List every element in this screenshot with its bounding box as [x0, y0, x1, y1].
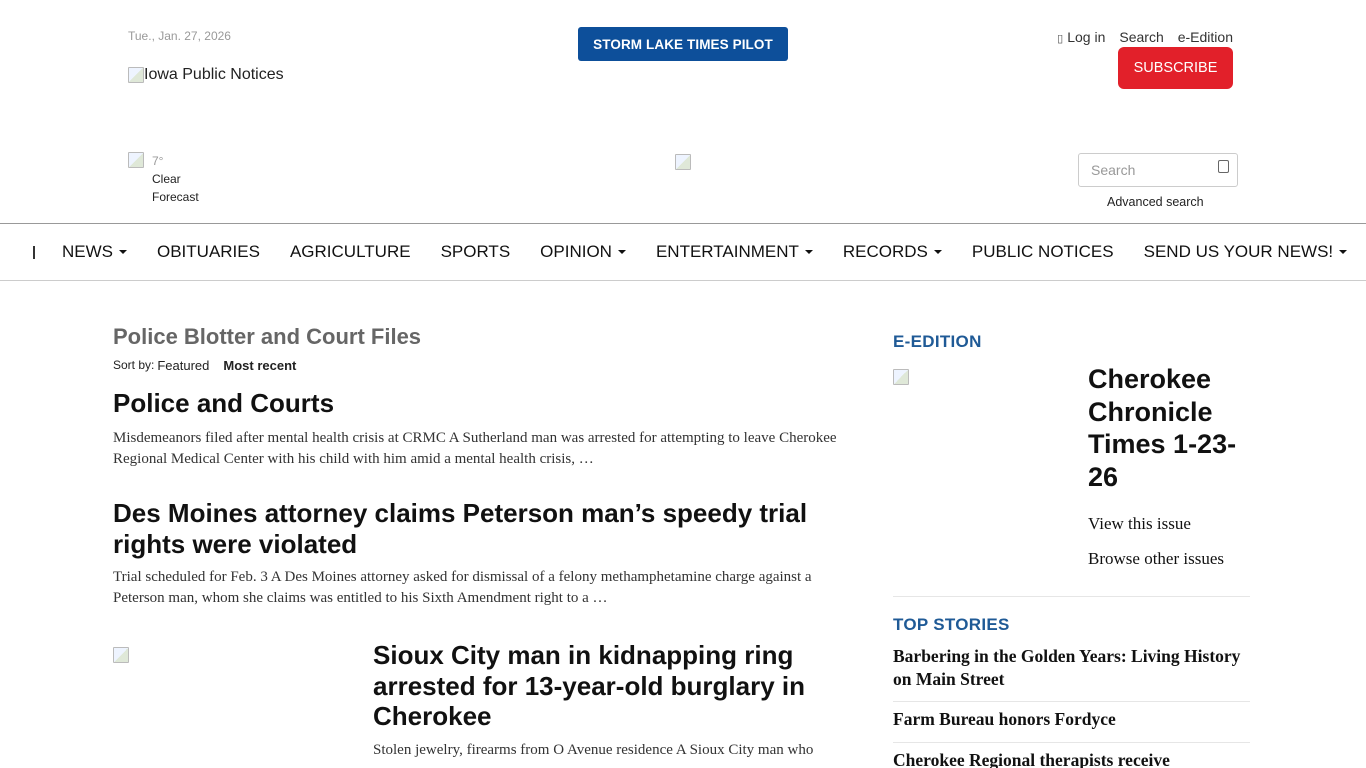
nav-item-obituaries[interactable]: OBITUARIES [157, 242, 260, 262]
top-links: ▯ Log in Search e-Edition [1057, 29, 1233, 45]
divider [893, 701, 1250, 702]
login-link[interactable]: ▯ Log in [1057, 29, 1105, 45]
broken-image-icon [113, 647, 129, 663]
nav-item-public-notices[interactable]: PUBLIC NOTICES [972, 242, 1114, 262]
subscribe-button[interactable]: SUBSCRIBE [1118, 47, 1233, 89]
nav-item-agriculture[interactable]: AGRICULTURE [290, 242, 411, 262]
search-icon[interactable] [1218, 160, 1229, 173]
nav-item-entertainment[interactable]: ENTERTAINMENT [656, 242, 813, 262]
caret-down-icon [933, 250, 942, 254]
divider [893, 596, 1250, 597]
nav-item-news[interactable]: NEWS [62, 242, 127, 262]
home-icon[interactable] [33, 245, 35, 259]
sort-label: Sort by: [113, 358, 155, 372]
weather-temperature: 7° [152, 154, 164, 168]
weather-condition: Clear [152, 172, 181, 186]
top-story-link[interactable]: Barbering in the Golden Years: Living Hi… [893, 645, 1250, 691]
top-story-link[interactable]: Cherokee Regional therapists receive [893, 749, 1250, 768]
forecast-link[interactable]: Forecast [152, 188, 199, 206]
caret-down-icon [119, 250, 127, 254]
nav-item-sports[interactable]: SPORTS [441, 242, 511, 262]
nav-item-opinion[interactable]: OPINION [540, 242, 626, 262]
broken-image-icon [128, 67, 144, 83]
top-stories-heading: TOP STORIES [893, 615, 1010, 634]
article-headline[interactable]: Sioux City man in kidnapping ring arrest… [373, 640, 863, 732]
article-summary: Stolen jewelry, firearms from O Avenue r… [373, 741, 814, 758]
sort-controls: Sort by: Featured Most recent [113, 358, 296, 373]
nav-item-send-us-your-news[interactable]: SEND US YOUR NEWS! [1144, 242, 1348, 262]
eedition-title[interactable]: Cherokee Chronicle Times 1-23-26 [1088, 363, 1253, 493]
logo-alt-text: Iowa Public Notices [144, 66, 284, 83]
site-logo[interactable]: Iowa Public Notices [128, 66, 284, 84]
article-headline[interactable]: Des Moines attorney claims Peterson man’… [113, 498, 853, 560]
article-image[interactable] [113, 647, 129, 665]
section-title: Police Blotter and Court Files [113, 324, 422, 349]
broken-image-icon [893, 369, 909, 385]
eedition-heading: E-EDITION [893, 332, 982, 351]
view-issue-link[interactable]: View this issue [1088, 514, 1191, 534]
article-summary: Trial scheduled for Feb. 3 A Des Moines … [113, 569, 812, 606]
eedition-link[interactable]: e-Edition [1178, 29, 1233, 45]
weather-icon [128, 152, 144, 168]
caret-down-icon [804, 250, 813, 254]
search-link[interactable]: Search [1119, 29, 1163, 45]
current-date: Tue., Jan. 27, 2026 [128, 29, 231, 43]
advanced-search-link[interactable]: Advanced search [1107, 195, 1204, 209]
search-box [1078, 153, 1238, 187]
user-icon: ▯ [1057, 33, 1064, 45]
masthead-image[interactable] [675, 154, 691, 172]
article-summary: Misdemeanors filed after mental health c… [113, 430, 837, 467]
caret-down-icon [1339, 250, 1348, 254]
article-card: Police and Courts Misdemeanors filed aft… [113, 388, 853, 470]
article-card: Des Moines attorney claims Peterson man’… [113, 498, 853, 609]
broken-image-icon [675, 154, 691, 170]
main-nav: NEWS OBITUARIES AGRICULTURE SPORTS OPINI… [0, 223, 1366, 281]
article-headline[interactable]: Police and Courts [113, 388, 853, 419]
sort-most-recent-link[interactable]: Most recent [223, 358, 296, 373]
eedition-cover-image[interactable] [893, 369, 909, 387]
sort-featured-link[interactable]: Featured [157, 358, 209, 373]
nav-item-records[interactable]: RECORDS [843, 242, 942, 262]
weather-widget[interactable]: 7° Clear Forecast [128, 152, 199, 206]
storm-lake-times-pilot-button[interactable]: STORM LAKE TIMES PILOT [578, 27, 788, 61]
article-card: Sioux City man in kidnapping ring arrest… [373, 640, 863, 761]
divider [893, 742, 1250, 743]
search-input[interactable] [1091, 162, 1211, 178]
caret-down-icon [617, 250, 626, 254]
top-story-link[interactable]: Farm Bureau honors Fordyce [893, 708, 1250, 731]
browse-issues-link[interactable]: Browse other issues [1088, 549, 1224, 569]
